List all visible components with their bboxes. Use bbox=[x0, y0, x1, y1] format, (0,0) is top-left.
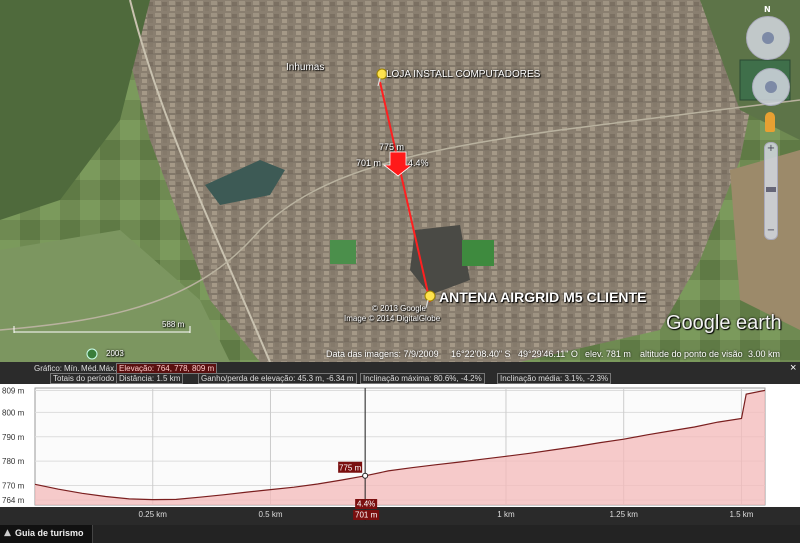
x-tick-label: 1.5 km bbox=[729, 510, 753, 519]
tour-guide-label: Guia de turismo bbox=[15, 528, 84, 538]
eye-altitude-value: 3.00 km bbox=[748, 349, 781, 359]
x-tick-label: 0.25 km bbox=[139, 510, 168, 519]
y-tick-label: 770 m bbox=[2, 482, 25, 491]
soccer-field bbox=[462, 240, 494, 266]
x-tick-label: 1 km bbox=[497, 510, 515, 519]
copyright-imagery: Image © 2014 DigitalGlobe bbox=[344, 314, 441, 323]
y-tick-label: 790 m bbox=[2, 433, 25, 442]
imagery-date: Data das imagens: 7/9/2009 bbox=[326, 349, 439, 359]
y-tick-label: 780 m bbox=[2, 457, 25, 466]
eye-altitude-label: altitude do ponto de visão bbox=[640, 349, 743, 359]
look-control[interactable]: N bbox=[746, 5, 790, 60]
tour-guide-button[interactable]: ▲ Guia de turismo bbox=[0, 525, 93, 543]
totals-label: Totais do período bbox=[50, 373, 118, 384]
street-view-pegman-icon[interactable] bbox=[765, 112, 775, 132]
close-profile-icon[interactable]: × bbox=[790, 362, 796, 374]
place-label-inhumas: Inhumas bbox=[286, 62, 325, 73]
elevation-gain-loss: Ganho/perda de elevação: 45.3 m, -6.34 m bbox=[198, 373, 357, 384]
google-earth-logo: Google earth bbox=[666, 312, 782, 334]
cursor-elev-label: 775 m bbox=[339, 463, 362, 472]
compass-north-label: N bbox=[764, 5, 771, 14]
elevation-selector-values: 764, 778, 809 m bbox=[156, 364, 215, 373]
measure-slope-label: 4.4% bbox=[408, 158, 429, 168]
elevation-readout: elev. 781 m bbox=[585, 349, 631, 359]
avg-slope: Inclinação média: 3.1%, -2.3% bbox=[497, 373, 612, 384]
map-viewport[interactable]: Inhumas LOJA INSTALL COMPUTADORES ANTENA… bbox=[0, 0, 800, 362]
zoom-thumb[interactable] bbox=[766, 187, 776, 192]
cursor-slope-label: 4.4% bbox=[357, 500, 375, 509]
pin-label-store[interactable]: LOJA INSTALL COMPUTADORES bbox=[386, 69, 540, 80]
move-control-center-icon bbox=[765, 81, 777, 93]
elevation-selector-label: Elevação: bbox=[119, 364, 155, 373]
x-axis-band bbox=[0, 507, 800, 525]
cursor-point[interactable] bbox=[362, 472, 369, 479]
x-tick-label: 0.5 km bbox=[258, 510, 282, 519]
graph-min-button[interactable]: Mín. bbox=[64, 364, 80, 373]
elevation-profile-chart[interactable]: 809 m 800 m 790 m 780 m 770 m 764 m 0.25 km 0.5… bbox=[0, 384, 800, 525]
latitude-readout: 16°22'08.40" S bbox=[451, 349, 511, 359]
move-control[interactable] bbox=[752, 68, 790, 106]
elevation-profile-panel: Gráfico: Mín. Méd. Máx. Elevação: 764, 7… bbox=[0, 362, 800, 543]
bottom-bar: ▲ Guia de turismo bbox=[0, 525, 800, 543]
zoom-out-icon[interactable]: − bbox=[765, 225, 777, 237]
measure-elev-label: 701 m bbox=[356, 158, 382, 168]
status-bar: Data das imagens: 7/9/2009 16°22'08.40" … bbox=[0, 347, 800, 362]
y-tick-label: 764 m bbox=[2, 496, 25, 505]
x-tick-label: 1.25 km bbox=[609, 510, 638, 519]
look-control-center-icon bbox=[762, 32, 774, 44]
zoom-slider[interactable]: + − bbox=[764, 142, 778, 240]
max-slope: Inclinação máxima: 80.6%, -4.2% bbox=[360, 373, 485, 384]
profile-toolbar: Gráfico: Mín. Méd. Máx. Elevação: 764, 7… bbox=[0, 362, 800, 384]
scale-bar-label: 588 m bbox=[162, 320, 185, 329]
graph-label: Gráfico: bbox=[34, 364, 63, 373]
cursor-dist-label: 701 m bbox=[355, 511, 378, 520]
graph-avg-button[interactable]: Méd. bbox=[81, 364, 99, 373]
zoom-in-icon[interactable]: + bbox=[765, 143, 777, 155]
copyright-google: © 2013 Google bbox=[372, 304, 426, 313]
measure-distance-label: 775 m bbox=[379, 142, 405, 152]
y-tick-label: 800 m bbox=[2, 408, 25, 417]
total-distance: Distância: 1.5 km bbox=[116, 373, 184, 384]
graph-max-button[interactable]: Máx. bbox=[99, 364, 116, 373]
y-tick-label: 809 m bbox=[2, 386, 25, 395]
longitude-readout: 49°29'46.11" O bbox=[518, 349, 578, 359]
pin-label-antenna[interactable]: ANTENA AIRGRID M5 CLIENTE bbox=[439, 289, 646, 305]
tour-guide-icon: ▲ bbox=[4, 528, 11, 538]
